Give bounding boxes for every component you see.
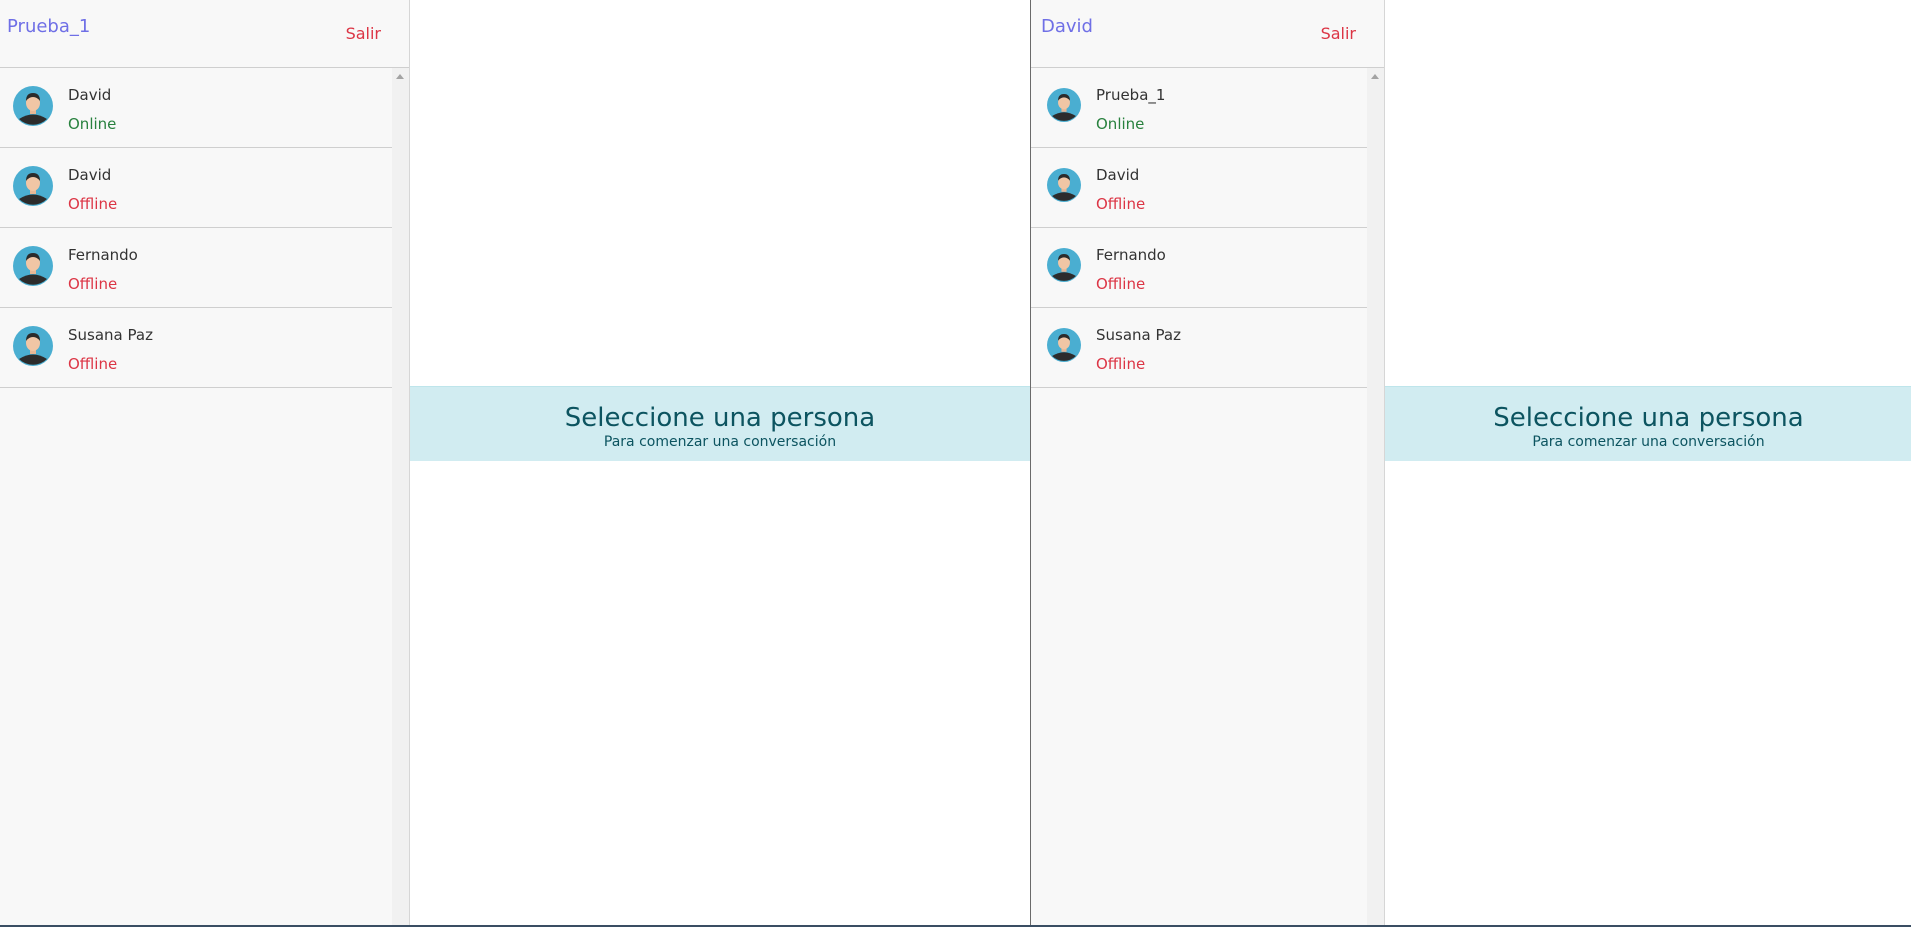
contact-name: David [68,86,112,104]
contact-name: David [1096,166,1140,184]
contact-status: Offline [1096,355,1146,373]
banner-title: Seleccione una persona [564,403,876,433]
select-person-banner: Seleccione una persona Para comenzar una… [1385,386,1911,461]
sidebar: Prueba_1 Salir David Online David Offlin… [0,0,410,925]
contact-status: Offline [68,355,118,373]
contact-item[interactable]: Prueba_1 Online [1031,68,1367,148]
contacts-scroll-area: Prueba_1 Online David Offline Fernando O… [1031,68,1384,925]
contact-status: Offline [68,275,118,293]
chat-window-2: David Salir Prueba_1 Online David Offlin… [1030,0,1911,925]
logout-button[interactable]: Salir [346,24,381,43]
contact-item[interactable]: Fernando Offline [0,228,392,308]
contact-name: Susana Paz [1096,326,1181,344]
contact-item[interactable]: Fernando Offline [1031,228,1367,308]
banner-title: Seleccione una persona [1493,403,1804,433]
banner-subtitle: Para comenzar una conversación [603,434,837,450]
sidebar-header: Prueba_1 Salir [0,0,409,68]
contact-item[interactable]: David Online [0,68,392,148]
contact-name: Fernando [1096,246,1166,264]
logout-button[interactable]: Salir [1321,24,1356,43]
contact-status: Online [1096,115,1145,133]
chat-area: Seleccione una persona Para comenzar una… [1385,0,1911,925]
current-user-name: David [1041,16,1093,37]
select-person-banner: Seleccione una persona Para comenzar una… [410,386,1030,461]
chat-window-1: Prueba_1 Salir David Online David Offlin… [0,0,1030,925]
screen: Prueba_1 Salir David Online David Offlin… [0,0,1911,927]
contact-name: David [68,166,112,184]
contact-name: Susana Paz [68,326,153,344]
contact-item[interactable]: Susana Paz Offline [0,308,392,388]
contact-status: Offline [1096,275,1146,293]
sidebar-header: David Salir [1031,0,1384,68]
contacts-list: David Online David Offline Fernando Offl… [0,68,392,925]
contacts-scrollbar[interactable] [392,68,409,925]
user-avatar-icon [1047,88,1081,122]
contacts-scroll-area: David Online David Offline Fernando Offl… [0,68,409,925]
contact-status: Offline [1096,195,1146,213]
user-avatar-icon [1047,328,1081,362]
user-avatar-icon [13,86,53,126]
sidebar: David Salir Prueba_1 Online David Offlin… [1031,0,1385,925]
contact-name: Prueba_1 [1096,86,1166,104]
contact-item[interactable]: Susana Paz Offline [1031,308,1367,388]
contact-item[interactable]: David Offline [0,148,392,228]
user-avatar-icon [13,326,53,366]
contacts-list: Prueba_1 Online David Offline Fernando O… [1031,68,1367,925]
contact-name: Fernando [68,246,138,264]
contact-status: Online [68,115,117,133]
scroll-up-arrow-icon[interactable] [396,74,404,79]
scroll-up-arrow-icon[interactable] [1371,74,1379,79]
chat-area: Seleccione una persona Para comenzar una… [410,0,1030,925]
banner-subtitle: Para comenzar una conversación [1532,434,1765,450]
user-avatar-icon [1047,248,1081,282]
user-avatar-icon [13,166,53,206]
contacts-scrollbar[interactable] [1367,68,1384,925]
user-avatar-icon [13,246,53,286]
contact-item[interactable]: David Offline [1031,148,1367,228]
contact-status: Offline [68,195,118,213]
user-avatar-icon [1047,168,1081,202]
current-user-name: Prueba_1 [7,16,91,37]
